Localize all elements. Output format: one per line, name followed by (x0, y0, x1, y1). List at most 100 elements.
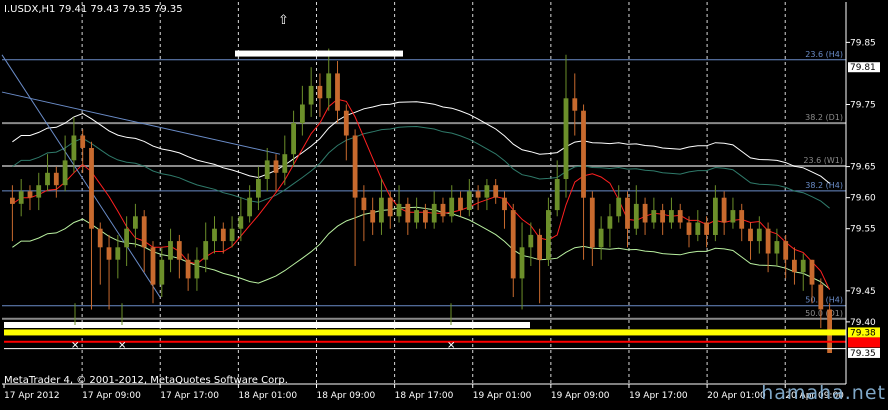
symbol-label: I.USDX,H1 (4, 4, 56, 15)
y-tick-label: 79.60 (850, 194, 876, 204)
price-tag-label: 79.81 (850, 63, 876, 73)
fib-level-label: 38.2 (D1) (805, 113, 843, 122)
y-tick-label: 79.65 (850, 163, 876, 173)
x-marker: ✕ (447, 340, 455, 351)
candle-body (71, 135, 77, 161)
x-tick-label: 17 Apr 17:00 (160, 391, 219, 401)
x-tick-label: 19 Apr 17:00 (629, 391, 688, 401)
candle-body (695, 222, 701, 235)
candle-body (475, 191, 481, 198)
candle-body (713, 197, 718, 235)
candle-body (616, 197, 622, 217)
x-tick-label: 20 Apr 01:00 (707, 391, 766, 401)
candle-body (581, 110, 586, 198)
y-tick-label: 79.75 (850, 100, 876, 110)
candle-body (563, 98, 569, 179)
candle-body (124, 228, 129, 248)
copyright-label: MetaTrader 4, © 2001-2012, MetaQuotes So… (4, 375, 288, 386)
price-chart[interactable]: 23.6 (H4) 38.2 (D1) 23.6 (W1) 38.2 (H4) 50.0… (0, 0, 888, 406)
candle-body (97, 228, 103, 248)
candle-body (458, 197, 463, 211)
x-tick-label: 19 Apr 09:00 (551, 391, 610, 401)
candle-body (493, 185, 499, 198)
candle-body (27, 191, 33, 198)
candle-body (203, 241, 209, 260)
candle-body (440, 203, 446, 217)
candle-body (159, 259, 165, 285)
candle-body (423, 210, 428, 223)
candle-body (185, 259, 191, 279)
candle-body (194, 259, 200, 279)
candle-body (651, 210, 657, 223)
x-tick-label: 17 Apr 2012 (4, 391, 60, 401)
candle-body (449, 197, 455, 217)
watermark-logo: hamaha.net (761, 382, 886, 404)
candle-body (774, 241, 780, 254)
candle-body (89, 148, 94, 229)
candle-body (238, 216, 244, 229)
candle-body (677, 210, 683, 223)
chart-area[interactable]: 23.6 (H4) 38.2 (D1) 23.6 (W1) 38.2 (H4) 50.0… (0, 0, 888, 406)
y-tick-label: 79.55 (850, 225, 876, 235)
candle-body (370, 210, 376, 223)
candle-body (308, 85, 314, 105)
candle-body (247, 197, 252, 217)
candle-body (800, 259, 806, 273)
candle-body (396, 203, 402, 217)
ohlc-label: 79.41 79.43 79.35 79.35 (58, 4, 183, 15)
x-marker: ✕ (71, 340, 79, 351)
price-tag-label: 79.38 (850, 328, 876, 338)
candle-body (537, 234, 542, 260)
candle-body (510, 210, 516, 279)
candle-body (220, 228, 226, 242)
x-tick-label: 17 Apr 09:00 (82, 391, 141, 401)
candle-body (18, 191, 24, 204)
candle-body (326, 73, 332, 99)
candle-body (115, 247, 121, 260)
candle-body (352, 135, 358, 198)
y-tick-label: 79.85 (850, 38, 876, 48)
candle-body (783, 241, 789, 260)
up-arrow-icon: ⇧ (278, 13, 289, 28)
candle-body (598, 228, 604, 248)
x-tick-label: 19 Apr 01:00 (473, 391, 532, 401)
candle-body (739, 210, 745, 229)
candle-body (660, 210, 665, 223)
candle-body (484, 185, 490, 198)
candle-body (141, 216, 147, 248)
candle-body (633, 203, 639, 229)
fib-level-label: 23.6 (W1) (803, 156, 843, 165)
x-tick-label: 18 Apr 09:00 (316, 391, 375, 401)
candle-body (133, 216, 138, 229)
candle-body (502, 197, 507, 211)
fib-level-label: 38.2 (H4) (805, 181, 843, 190)
x-tick-label: 18 Apr 17:00 (395, 391, 454, 401)
candle-body (756, 228, 762, 242)
candle-body (431, 203, 437, 223)
candle-body (264, 160, 270, 179)
candle-body (730, 210, 736, 223)
candle-body (53, 172, 59, 186)
candle-body (176, 241, 182, 260)
candle-body (36, 185, 42, 198)
candle-body (387, 197, 393, 217)
candle-body (80, 135, 86, 148)
candle-body (335, 73, 340, 111)
chart-background (0, 0, 888, 406)
candle-body (379, 197, 384, 223)
candle-body (361, 197, 367, 211)
x-marker: ✕ (118, 340, 126, 351)
y-tick-label: 79.45 (850, 287, 876, 297)
candle-body (106, 247, 112, 260)
x-tick-label: 18 Apr 01:00 (238, 391, 297, 401)
candle-body (528, 234, 534, 248)
white-resistance-bar (235, 50, 403, 57)
candle-body (642, 203, 648, 223)
candle-body (748, 228, 753, 242)
candle-body (765, 228, 771, 254)
fib-level-label: 50.0 (H4) (805, 296, 843, 305)
candle-body (150, 247, 156, 285)
candle-body (572, 98, 578, 111)
candle-body (554, 179, 560, 211)
candle-body (818, 284, 824, 310)
